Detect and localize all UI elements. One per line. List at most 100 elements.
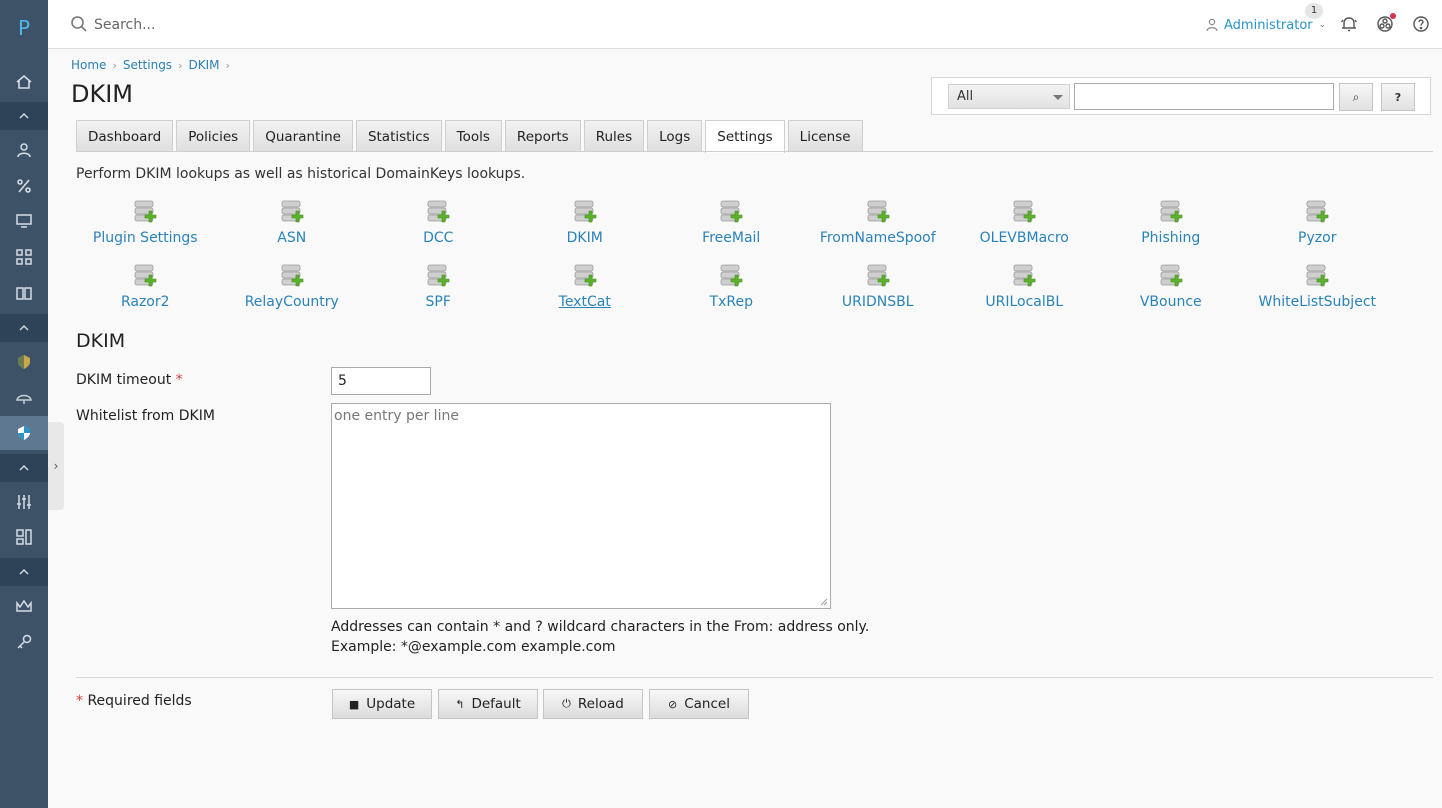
reload-button[interactable]: ⏻ Reload: [543, 689, 643, 719]
tab-quarantine[interactable]: Quarantine: [253, 120, 353, 152]
tab-tools[interactable]: Tools: [444, 120, 502, 152]
tab-dashboard[interactable]: Dashboard: [76, 120, 174, 152]
collapse-up-icon[interactable]: [0, 314, 48, 342]
home-icon[interactable]: [0, 65, 48, 99]
plugin-link[interactable]: OLEVBMacro: [980, 230, 1069, 246]
expand-sidebar-handle[interactable]: ›: [48, 422, 64, 510]
monitor-icon[interactable]: [0, 204, 48, 238]
plugin-item[interactable]: URIDNSBL: [805, 260, 952, 324]
plugin-item[interactable]: WhiteListSubject: [1244, 260, 1391, 324]
collapse-up-icon[interactable]: [0, 102, 48, 130]
plugin-item[interactable]: Phishing: [1098, 196, 1245, 260]
plugin-item[interactable]: TextCat: [512, 260, 659, 324]
plugin-link[interactable]: Razor2: [121, 294, 170, 310]
plugin-link[interactable]: TxRep: [710, 294, 753, 310]
shield-icon[interactable]: [0, 345, 48, 379]
global-search-input[interactable]: [94, 12, 494, 38]
tab-rules[interactable]: Rules: [583, 120, 645, 152]
collapse-up-icon[interactable]: [0, 454, 48, 482]
filter-search-input[interactable]: [1074, 83, 1334, 110]
user-icon[interactable]: [0, 133, 48, 167]
database-add-icon: [720, 264, 743, 287]
plugin-item[interactable]: Plugin Settings: [72, 196, 219, 260]
tab-statistics[interactable]: Statistics: [355, 120, 442, 152]
plugin-item[interactable]: TxRep: [658, 260, 805, 324]
chevron-down-icon: ⌄: [1318, 20, 1327, 30]
default-button[interactable]: ↰ Default: [438, 689, 538, 719]
whitelist-textarea[interactable]: [331, 403, 831, 609]
filter-scope-value: All: [957, 89, 974, 104]
filter-help-button[interactable]: ?: [1381, 83, 1415, 111]
breadcrumb-settings[interactable]: Settings: [123, 58, 172, 72]
notifications-bell-icon[interactable]: [1340, 15, 1358, 33]
update-button[interactable]: ■ Update: [332, 689, 432, 719]
chevron-right-icon: ›: [112, 58, 117, 72]
database-add-icon: [134, 200, 157, 223]
plugin-item[interactable]: Pyzor: [1244, 196, 1391, 260]
plugin-link[interactable]: WhiteListSubject: [1258, 294, 1376, 310]
plugin-item[interactable]: DCC: [365, 196, 512, 260]
tab-logs[interactable]: Logs: [647, 120, 703, 152]
plugin-item[interactable]: SPF: [365, 260, 512, 324]
status-dot: [1390, 13, 1396, 19]
database-add-icon: [867, 264, 890, 287]
plugin-link[interactable]: SPF: [426, 294, 451, 310]
plugin-item[interactable]: VBounce: [1098, 260, 1245, 324]
tab-policies[interactable]: Policies: [176, 120, 251, 152]
cancel-button[interactable]: ⊘ Cancel: [649, 689, 749, 719]
database-add-icon: [281, 200, 304, 223]
plugin-link[interactable]: DKIM: [567, 230, 603, 246]
whitelist-label: Whitelist from DKIM: [76, 408, 215, 424]
plugin-item[interactable]: URILocalBL: [951, 260, 1098, 324]
tab-bar: Dashboard Policies Quarantine Statistics…: [76, 120, 863, 153]
plugin-item[interactable]: OLEVBMacro: [951, 196, 1098, 260]
plugin-link[interactable]: VBounce: [1140, 294, 1202, 310]
breadcrumb-home[interactable]: Home: [71, 58, 106, 72]
umbrella-icon[interactable]: [0, 381, 48, 415]
plugin-link[interactable]: RelayCountry: [245, 294, 339, 310]
cancel-button-label: Cancel: [684, 696, 730, 712]
plugin-link[interactable]: FreeMail: [702, 230, 760, 246]
key-icon[interactable]: [0, 625, 48, 659]
plugin-link[interactable]: Phishing: [1141, 230, 1200, 246]
layout-icon[interactable]: [0, 520, 48, 554]
plugin-item[interactable]: FreeMail: [658, 196, 805, 260]
user-icon: [1206, 18, 1218, 32]
plugin-link[interactable]: Pyzor: [1298, 230, 1336, 246]
plugin-item[interactable]: FromNameSpoof: [805, 196, 952, 260]
plugin-link[interactable]: FromNameSpoof: [820, 230, 936, 246]
plugin-item[interactable]: Razor2: [72, 260, 219, 324]
sliders-icon[interactable]: [0, 485, 48, 519]
tab-license[interactable]: License: [787, 120, 863, 152]
percent-icon[interactable]: [0, 169, 48, 203]
dkim-timeout-input[interactable]: [331, 367, 431, 395]
plugin-link[interactable]: ASN: [277, 230, 306, 246]
plugin-item[interactable]: RelayCountry: [219, 260, 366, 324]
database-add-icon: [427, 200, 450, 223]
plugin-link[interactable]: URIDNSBL: [842, 294, 914, 310]
chevron-right-icon: ›: [178, 58, 183, 72]
dkim-timeout-label: DKIM timeout *: [76, 372, 183, 388]
tab-reports[interactable]: Reports: [504, 120, 581, 152]
plugin-link[interactable]: Plugin Settings: [93, 230, 198, 246]
crown-icon[interactable]: [0, 589, 48, 623]
resize-grip-icon[interactable]: [818, 596, 828, 606]
plugin-item[interactable]: ASN: [219, 196, 366, 260]
database-add-icon: [1160, 264, 1183, 287]
tab-divider: [76, 151, 1433, 152]
filter-scope-select[interactable]: All: [948, 84, 1070, 109]
tab-settings[interactable]: Settings: [705, 120, 785, 153]
plugin-link[interactable]: TextCat: [559, 294, 611, 310]
filter-search-button[interactable]: ⌕: [1339, 83, 1373, 111]
book-icon[interactable]: [0, 276, 48, 310]
security-shield-icon[interactable]: [0, 416, 48, 450]
plugin-link[interactable]: DCC: [423, 230, 453, 246]
page-title: DKIM: [71, 80, 134, 108]
breadcrumb-dkim[interactable]: DKIM: [188, 58, 219, 72]
collapse-up-icon[interactable]: [0, 558, 48, 586]
app-logo[interactable]: P: [0, 16, 48, 40]
plugin-link[interactable]: URILocalBL: [985, 294, 1063, 310]
help-icon[interactable]: [1412, 15, 1430, 33]
grid-icon[interactable]: [0, 240, 48, 274]
plugin-item[interactable]: DKIM: [512, 196, 659, 260]
